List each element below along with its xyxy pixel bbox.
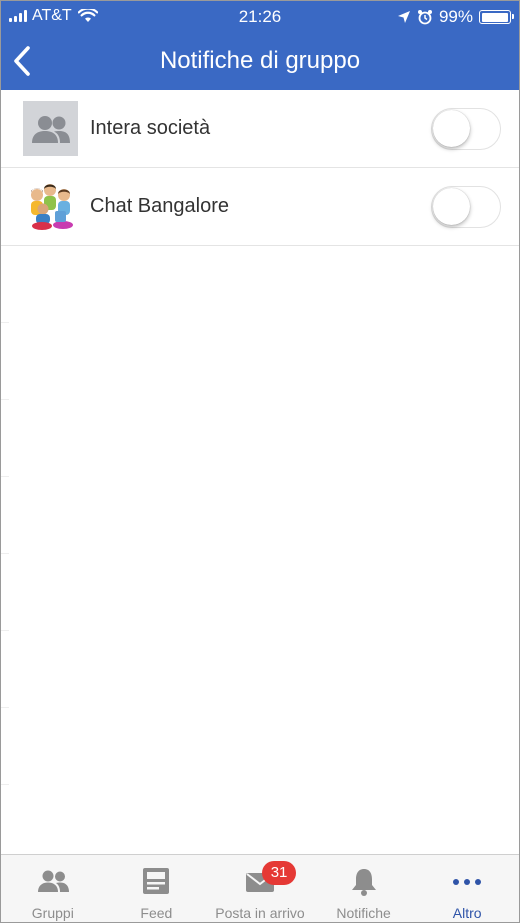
group-row-chat-bangalore: Chat Bangalore bbox=[1, 168, 519, 246]
app-header: AT&T 21:26 99% Notifiche di gruppo bbox=[1, 1, 519, 90]
alarm-icon bbox=[417, 10, 432, 25]
feed-icon bbox=[143, 868, 170, 894]
divider bbox=[1, 476, 9, 477]
divider bbox=[1, 322, 9, 323]
tab-label: Posta in arrivo bbox=[215, 905, 305, 921]
tab-label: Feed bbox=[140, 905, 173, 921]
tab-gruppi[interactable]: Gruppi bbox=[1, 855, 105, 922]
tab-bar: Gruppi Feed 31 Posta in arrivo Notifiche… bbox=[1, 854, 519, 922]
tab-feed[interactable]: Feed bbox=[105, 855, 209, 922]
group-row-intera-societa: Intera società bbox=[1, 90, 519, 168]
tab-posta-in-arrivo[interactable]: 31 Posta in arrivo bbox=[208, 855, 312, 922]
group-photo-icon bbox=[23, 179, 78, 234]
groups-icon bbox=[37, 870, 69, 892]
more-icon bbox=[453, 879, 482, 885]
battery-icon bbox=[479, 10, 514, 24]
divider bbox=[1, 707, 9, 708]
tab-label: Gruppi bbox=[31, 905, 74, 921]
toggle-knob bbox=[433, 110, 470, 147]
tab-label: Notifiche bbox=[336, 905, 391, 921]
battery-percent: 99% bbox=[438, 7, 473, 26]
app-frame: AT&T 21:26 99% Notifiche di gruppo Inter… bbox=[0, 0, 520, 923]
default-group-icon bbox=[23, 101, 78, 156]
group-name: Intera società bbox=[90, 117, 211, 139]
tab-label: Altro bbox=[452, 905, 482, 921]
bell-icon bbox=[351, 869, 376, 896]
nav-bar: Notifiche di gruppo bbox=[1, 33, 519, 90]
group-name: Chat Bangalore bbox=[90, 195, 229, 217]
battery-fill bbox=[481, 12, 509, 22]
divider bbox=[1, 399, 9, 400]
group-list: Intera società Chat Bangalore bbox=[1, 90, 519, 854]
unread-count-badge: 31 bbox=[262, 861, 297, 885]
toggle-knob bbox=[433, 188, 470, 225]
status-bar: AT&T 21:26 99% bbox=[1, 1, 519, 33]
notification-toggle[interactable] bbox=[431, 186, 501, 228]
status-right: 99% bbox=[397, 7, 514, 27]
tab-notifiche[interactable]: Notifiche bbox=[312, 855, 416, 922]
tab-altro[interactable]: Altro bbox=[415, 855, 519, 922]
divider bbox=[1, 784, 9, 785]
location-arrow-icon bbox=[397, 11, 410, 23]
divider bbox=[1, 630, 9, 631]
divider bbox=[1, 553, 9, 554]
notification-toggle[interactable] bbox=[431, 108, 501, 150]
page-title: Notifiche di gruppo bbox=[159, 47, 361, 74]
